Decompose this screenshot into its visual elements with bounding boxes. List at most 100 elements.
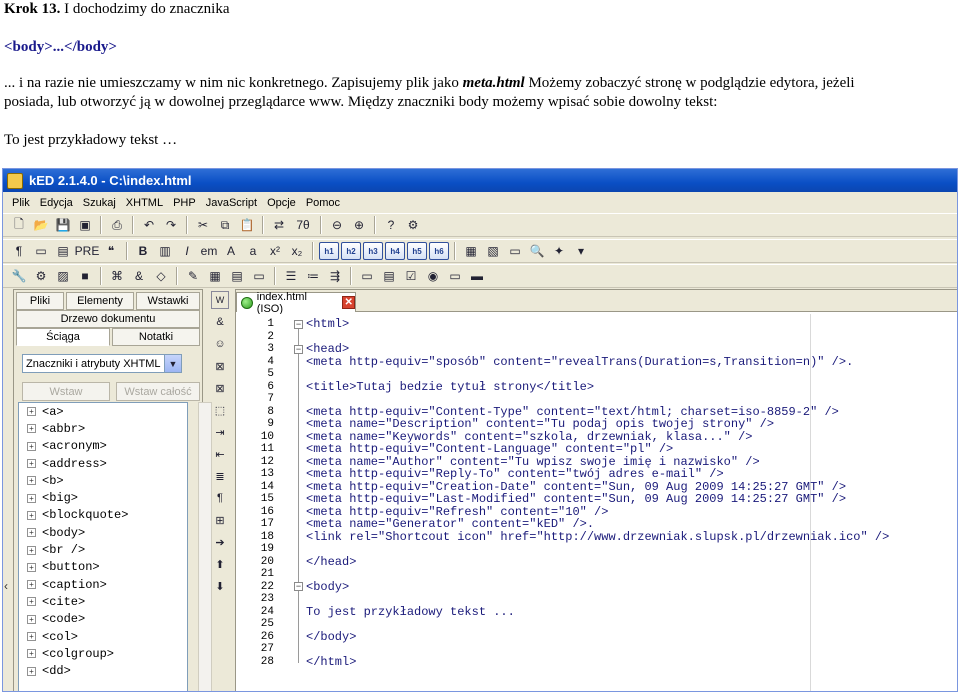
- redo-icon[interactable]: ↷: [161, 215, 181, 235]
- select-box-icon[interactable]: ⬚: [211, 401, 229, 419]
- tab-notes[interactable]: Notatki: [112, 328, 200, 346]
- help-icon[interactable]: ?: [381, 215, 401, 235]
- ampersand-icon[interactable]: &: [129, 266, 149, 286]
- tree-item[interactable]: + <big>: [19, 489, 187, 506]
- new-file-icon[interactable]: 🗋: [9, 215, 29, 235]
- expand-icon[interactable]: +: [27, 597, 36, 607]
- expand-icon[interactable]: +: [27, 580, 36, 590]
- smaller-font-icon[interactable]: a: [243, 241, 263, 261]
- tools-icon[interactable]: ✦: [549, 241, 569, 261]
- expand-icon[interactable]: +: [27, 459, 36, 469]
- button-icon[interactable]: ▬: [467, 266, 487, 286]
- tree-item[interactable]: + <blockquote>: [19, 507, 187, 524]
- delete-all-icon[interactable]: ⊠: [211, 379, 229, 397]
- gear-icon[interactable]: ⚙: [31, 266, 51, 286]
- expand-icon[interactable]: +: [27, 528, 36, 538]
- chevron-down-icon[interactable]: ▼: [164, 355, 181, 372]
- markup-w-icon[interactable]: W: [211, 291, 229, 309]
- tree-item[interactable]: + <abbr>: [19, 420, 187, 437]
- add-icon[interactable]: ⊞: [211, 511, 229, 529]
- row-icon[interactable]: ▤: [227, 266, 247, 286]
- span-icon[interactable]: ▤: [53, 241, 73, 261]
- outdent-icon[interactable]: ⇤: [211, 445, 229, 463]
- menu-item-7[interactable]: Pomoc: [301, 197, 345, 209]
- collapse-arrow-icon[interactable]: ‹: [4, 579, 8, 593]
- edit-icon[interactable]: ✎: [183, 266, 203, 286]
- open-folder-icon[interactable]: 📂: [31, 215, 51, 235]
- tag-icon[interactable]: ◇: [151, 266, 171, 286]
- tree-item[interactable]: + <colgroup>: [19, 645, 187, 662]
- tree-item[interactable]: + <body>: [19, 524, 187, 541]
- cut-icon[interactable]: ✂: [193, 215, 213, 235]
- tree-item[interactable]: + <dd>: [19, 662, 187, 679]
- definition-list-icon[interactable]: ⇶: [325, 266, 345, 286]
- heading-3-button[interactable]: h3: [363, 242, 383, 260]
- quote-icon[interactable]: ❝: [101, 241, 121, 261]
- tab-snippets[interactable]: Wstawki: [136, 292, 200, 310]
- preview-icon[interactable]: 🔍: [527, 241, 547, 261]
- expand-icon[interactable]: +: [27, 424, 36, 434]
- save-all-icon[interactable]: ▣: [75, 215, 95, 235]
- tree-item[interactable]: + <a>: [19, 403, 187, 420]
- arrow-right-icon[interactable]: ➔: [211, 533, 229, 551]
- menu-item-6[interactable]: Opcje: [262, 197, 301, 209]
- tab-index-html[interactable]: index.html (ISO) ✕: [236, 291, 356, 315]
- grid-icon[interactable]: ▦: [205, 266, 225, 286]
- tree-item[interactable]: + <col>: [19, 628, 187, 645]
- heading-6-button[interactable]: h6: [429, 242, 449, 260]
- collapse-icon[interactable]: −: [294, 319, 303, 329]
- indent-icon[interactable]: ⇥: [211, 423, 229, 441]
- field-icon[interactable]: ▭: [249, 266, 269, 286]
- tab-cheatsheet[interactable]: Ściąga: [16, 328, 110, 346]
- expand-icon[interactable]: +: [27, 614, 36, 624]
- menu-item-2[interactable]: Szukaj: [78, 197, 121, 209]
- print-icon[interactable]: ⎙: [107, 215, 127, 235]
- form-icon[interactable]: ▭: [505, 241, 525, 261]
- subscript-icon[interactable]: x₂: [287, 241, 307, 261]
- heading-5-button[interactable]: h5: [407, 242, 427, 260]
- pre-icon[interactable]: PRE: [75, 241, 100, 261]
- image-insert-icon[interactable]: ▨: [53, 266, 73, 286]
- zoom-in-icon[interactable]: ⊕: [349, 215, 369, 235]
- menu-item-0[interactable]: Plik: [7, 197, 35, 209]
- monospace-icon[interactable]: ▥: [155, 241, 175, 261]
- tree-item[interactable]: + <address>: [19, 455, 187, 472]
- form-field-icon[interactable]: ▭: [357, 266, 377, 286]
- emphasis-icon[interactable]: em: [199, 241, 219, 261]
- ordered-list-icon[interactable]: ≔: [303, 266, 323, 286]
- heading-2-button[interactable]: h2: [341, 242, 361, 260]
- collapse-icon[interactable]: −: [294, 344, 303, 354]
- delete-tag-icon[interactable]: ⊠: [211, 357, 229, 375]
- tree-item[interactable]: + <button>: [19, 559, 187, 576]
- settings-icon[interactable]: ⚙: [403, 215, 423, 235]
- expand-icon[interactable]: +: [27, 632, 36, 641]
- collapse-icon[interactable]: −: [294, 582, 303, 591]
- arrow-down-icon[interactable]: ⬇: [211, 577, 229, 595]
- replace-icon[interactable]: ⇄: [269, 215, 289, 235]
- expand-icon[interactable]: +: [27, 649, 36, 659]
- menu-item-5[interactable]: JavaScript: [201, 197, 262, 209]
- image-icon[interactable]: ▧: [483, 241, 503, 261]
- expand-icon[interactable]: +: [27, 493, 36, 503]
- save-icon[interactable]: 💾: [53, 215, 73, 235]
- arrow-up-icon[interactable]: ⬆: [211, 555, 229, 573]
- undo-icon[interactable]: ↶: [139, 215, 159, 235]
- menu-item-4[interactable]: PHP: [168, 197, 201, 209]
- italic-icon[interactable]: I: [177, 241, 197, 261]
- expand-icon[interactable]: +: [27, 441, 36, 451]
- menu-item-3[interactable]: XHTML: [121, 197, 168, 209]
- expand-icon[interactable]: +: [27, 407, 36, 417]
- bold-icon[interactable]: B: [133, 241, 153, 261]
- code-area[interactable]: <html> <head> <meta http-equiv="sposób" co…: [306, 314, 956, 691]
- expand-icon[interactable]: +: [27, 666, 36, 676]
- paste-icon[interactable]: 📋: [237, 215, 257, 235]
- tree-item[interactable]: + <br />: [19, 541, 187, 558]
- expand-icon[interactable]: +: [27, 545, 36, 555]
- menu-item-1[interactable]: Edycja: [35, 197, 78, 209]
- tab-files[interactable]: Pliki: [16, 292, 64, 310]
- table-icon[interactable]: ▦: [461, 241, 481, 261]
- more-icon[interactable]: ▾: [571, 241, 591, 261]
- close-icon[interactable]: ✕: [342, 296, 355, 309]
- smiley-icon[interactable]: ☺: [211, 335, 229, 353]
- textarea-icon[interactable]: ▭: [445, 266, 465, 286]
